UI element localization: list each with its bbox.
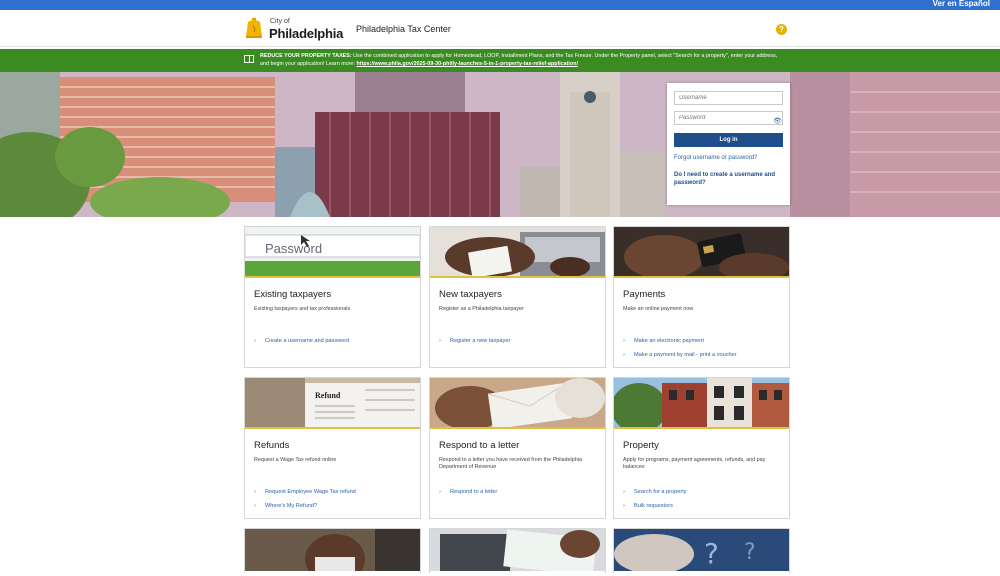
- svg-text:?: ?: [704, 537, 719, 570]
- logo-name-text: Philadelphia: [269, 26, 344, 41]
- card-partial: [429, 528, 606, 576]
- card-new-taxpayers: New taxpayers Register as a Philadelphia…: [429, 226, 606, 368]
- card-link-text[interactable]: Make an electronic payment: [634, 338, 704, 344]
- card-link-text[interactable]: Where's My Refund?: [265, 503, 317, 509]
- card-link[interactable]: Make an electronic payment: [623, 338, 704, 344]
- card-link-text[interactable]: Register a new taxpayer: [450, 338, 510, 344]
- card-description: Existing taxpayers and tax professionals: [254, 306, 351, 312]
- card-property: Property Apply for programs, payment agr…: [613, 377, 790, 519]
- card-title: Payments: [623, 289, 666, 300]
- card-image: [245, 529, 420, 576]
- password-word-text: Password: [265, 241, 322, 256]
- eye-icon[interactable]: 👁: [773, 117, 782, 125]
- card-partial: ? ?: [613, 528, 790, 574]
- card-image: [614, 227, 789, 278]
- need-account-link[interactable]: Do I need to create a username and passw…: [674, 171, 784, 187]
- card-link-text[interactable]: Create a username and password: [265, 338, 349, 344]
- svg-text:?: ?: [744, 540, 756, 565]
- card-description: Make an online payment now: [623, 306, 694, 312]
- card-description: Register as a Philadelphia taxpayer: [439, 306, 524, 312]
- card-title: Respond to a letter: [439, 440, 520, 451]
- card-link[interactable]: Create a username and password: [254, 338, 349, 344]
- hero-banner: [0, 72, 1000, 217]
- card-title: New taxpayers: [439, 289, 502, 300]
- laptop-hands-photo: [430, 227, 605, 276]
- card-title: Existing taxpayers: [254, 289, 332, 300]
- site-name: Philadelphia Tax Center: [356, 24, 451, 34]
- refund-word-text: Refund: [315, 391, 341, 400]
- card-description: Request a Wage Tax refund online: [254, 457, 337, 463]
- refund-form-photo: Refund: [245, 378, 420, 427]
- card-link-text[interactable]: Request Employee Wage Tax refund: [265, 489, 356, 495]
- card-link[interactable]: Respond to a letter: [439, 489, 497, 495]
- card-link-text[interactable]: Respond to a letter: [450, 489, 497, 495]
- username-input[interactable]: [674, 91, 783, 105]
- card-description: Apply for programs, payment agreements, …: [623, 457, 766, 470]
- property-tax-notice: REDUCE YOUR PROPERTY TAXES: Use the comb…: [0, 49, 1000, 72]
- card-link-text[interactable]: Make a payment by mail - print a voucher: [634, 352, 737, 358]
- help-icon[interactable]: ?: [776, 24, 787, 35]
- card-title: Property: [623, 440, 659, 451]
- forgot-credentials-link[interactable]: Forgot username or password?: [674, 155, 757, 161]
- book-icon: [244, 55, 254, 63]
- spanish-language-link[interactable]: Ver en Español: [933, 0, 990, 8]
- password-input[interactable]: [674, 111, 783, 125]
- rowhouses-photo: [614, 378, 789, 427]
- card-refunds: Refund Refunds Request a Wage Tax refund…: [244, 377, 421, 519]
- card-partial: [244, 528, 421, 576]
- envelope-photo: [430, 378, 605, 427]
- card-image: [430, 378, 605, 429]
- card-respond-letter: Respond to a letter Respond to a letter …: [429, 377, 606, 519]
- login-button[interactable]: Log in: [674, 133, 783, 147]
- card-title: Refunds: [254, 440, 290, 451]
- card-link-text[interactable]: Bulk requestors: [634, 503, 673, 509]
- card-link[interactable]: Where's My Refund?: [254, 503, 317, 509]
- card-image: [614, 378, 789, 429]
- city-skyline-image: [0, 72, 1000, 217]
- city-logo[interactable]: City of Philadelphia: [244, 16, 354, 44]
- card-image: Refund: [245, 378, 420, 429]
- card-payments: Payments Make an online payment now Make…: [613, 226, 790, 368]
- logo-city-text: City of: [270, 18, 290, 25]
- card-image: [430, 227, 605, 278]
- notice-link[interactable]: https://www.phila.gov/2025-09-30-philly-…: [357, 61, 578, 67]
- card-image: ? ?: [614, 529, 789, 574]
- notice-lead: REDUCE YOUR PROPERTY TAXES:: [260, 53, 352, 59]
- login-panel: 👁 Log in Forgot username or password? Do…: [667, 83, 790, 205]
- language-bar: Ver en Español: [0, 0, 1000, 10]
- site-header: City of Philadelphia Philadelphia Tax Ce…: [0, 10, 1000, 47]
- card-link[interactable]: Search for a property: [623, 489, 687, 495]
- card-link[interactable]: Request Employee Wage Tax refund: [254, 489, 356, 495]
- card-image: Password: [245, 227, 420, 278]
- card-existing-taxpayers: Password Existing taxpayers Existing tax…: [244, 226, 421, 368]
- card-link-text[interactable]: Search for a property: [634, 489, 687, 495]
- notice-text: REDUCE YOUR PROPERTY TAXES: Use the comb…: [260, 52, 780, 68]
- password-field-photo: Password: [245, 227, 420, 276]
- card-link[interactable]: Bulk requestors: [623, 503, 673, 509]
- card-image: [430, 529, 605, 576]
- card-description: Respond to a letter you have received fr…: [439, 457, 582, 470]
- liberty-bell-icon: [246, 18, 262, 38]
- card-link[interactable]: Make a payment by mail - print a voucher: [623, 352, 737, 358]
- credit-card-photo: [614, 227, 789, 276]
- card-link[interactable]: Register a new taxpayer: [439, 338, 510, 344]
